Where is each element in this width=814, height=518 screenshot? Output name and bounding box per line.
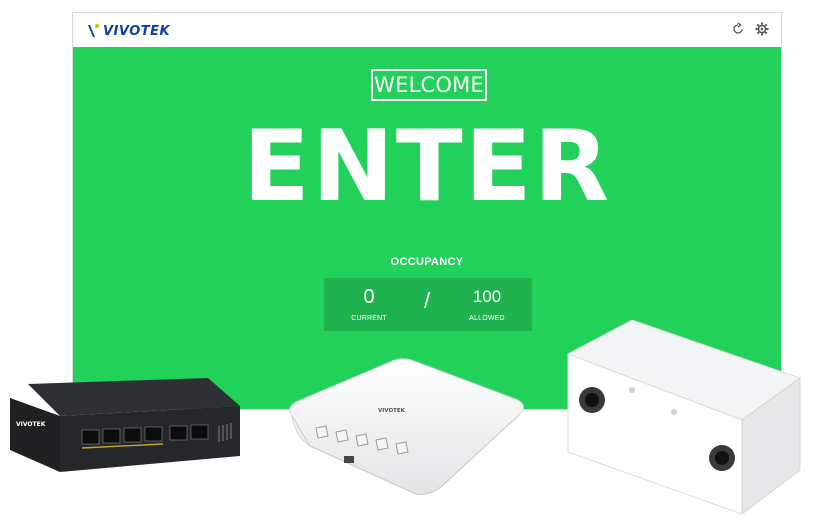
logo-text: VIVOTEK [103, 23, 171, 39]
ap-logo: VIVOTEK [378, 408, 406, 414]
current-value: 0 [363, 286, 375, 308]
poe-switch-image: VIVOTEK [10, 378, 240, 472]
count-separator: / [424, 288, 431, 313]
welcome-badge: WELCOME [371, 69, 487, 101]
logo-mark-icon [88, 24, 99, 37]
top-bar: VIVOTEK [73, 13, 781, 47]
allowed-count: 100 ALLOWED [452, 285, 522, 322]
allowed-value: 100 [472, 287, 502, 306]
gear-icon[interactable] [755, 22, 769, 36]
current-label: CURRENT [351, 315, 387, 322]
people-counter-image [566, 320, 802, 514]
refresh-icon[interactable] [731, 22, 745, 36]
occupancy-panel: 0 CURRENT / 100 ALLOWED [324, 278, 532, 331]
current-count: 0 CURRENT [334, 285, 404, 322]
access-point-image: VIVOTEK [289, 358, 524, 495]
occupancy-label: OCCUPANCY [390, 256, 464, 268]
vivotek-logo: VIVOTEK [87, 22, 170, 40]
allowed-label: ALLOWED [469, 315, 505, 322]
status-text: ENTER [242, 110, 612, 224]
switch-logo: VIVOTEK [16, 421, 46, 428]
